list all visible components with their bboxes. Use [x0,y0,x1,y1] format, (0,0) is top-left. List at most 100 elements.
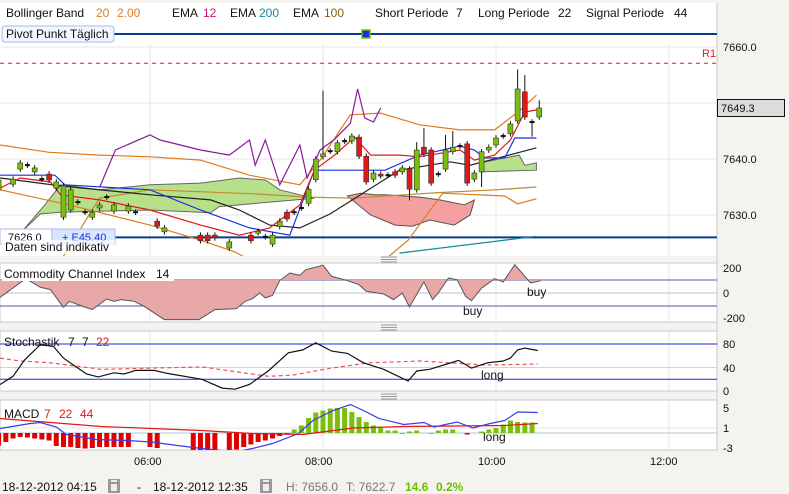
cci-tick-0: 0 [723,288,729,300]
candle-body [493,137,499,146]
macd-histogram-bar [53,433,59,446]
candle-body [392,171,398,176]
candle-body [17,162,24,170]
candle-doji [39,178,45,181]
candle-body [204,234,211,242]
candle-doji [24,164,30,167]
macd-histogram-bar [414,430,420,433]
macd-histogram-bar [407,431,413,433]
trading-chart[interactable]: Bollinger Band 20 2.00 EMA 12 EMA 200 EM… [0,0,789,494]
macd-histogram-bar [378,427,384,433]
r1-label: R1 [702,48,716,60]
footer-bar: 18-12-2012 04:15 - 18-12-2012 12:35 H: 7… [2,479,464,494]
candle-body [312,158,319,181]
macd-histogram-bar [450,429,456,433]
short-periode-label: Short Periode [375,6,449,20]
candle-body [197,234,204,242]
candle-body [154,220,161,227]
candle-body [485,146,492,151]
stoch-p3: 22 [96,335,110,349]
long-periode-label: Long Periode [478,6,550,20]
macd-histogram-bar [443,429,449,433]
candle-doji [133,211,139,214]
candle-body [125,205,132,212]
candle-doji [104,196,110,199]
candle-body [449,146,456,153]
macd-histogram-bar [255,433,261,442]
bollinger-period: 20 [96,6,110,20]
candle-body [536,107,543,118]
ema3-value: 100 [324,6,344,20]
candle-body [399,167,406,173]
macd-histogram-bar [39,433,45,440]
pivot-label: Pivot Punkt Täglich [6,27,109,41]
calendar-icon[interactable] [108,479,120,493]
stoch-tick-40: 40 [723,363,735,375]
candle-body [349,135,355,142]
candle-doji [327,150,333,153]
panel-resize-handle[interactable] [381,393,397,400]
signal-periode-value: 44 [674,6,688,20]
bollinger-label: Bollinger Band [6,6,84,20]
macd-p1: 7 [44,407,51,421]
date-separator: - [137,480,141,494]
macd-histogram-bar [0,433,2,446]
macd-histogram-bar [82,433,88,449]
candle-body [161,227,168,233]
candle-doji [75,201,81,204]
macd-histogram-bar [17,433,23,437]
macd-histogram-bar [313,412,319,433]
pivot-drag-handle[interactable] [361,29,371,39]
macd-histogram-bar [60,433,66,447]
low-value: T: 7622.7 [346,480,396,494]
panel-resize-handle[interactable] [381,324,397,331]
macd-tick-1: 1 [723,423,729,435]
date-from[interactable]: 18-12-2012 04:15 [2,480,97,494]
candle-body [406,168,413,190]
candle-doji [435,173,441,176]
ema1-label: EMA [172,6,198,20]
long-periode-value: 22 [558,6,572,20]
macd-histogram-bar [385,430,391,433]
time-tick: 08:00 [305,456,333,468]
candle-body [284,211,290,220]
stoch-signal-long: long [481,368,504,382]
cci-tick-200: 200 [723,263,741,275]
time-tick: 12:00 [650,456,678,468]
macd-histogram-bar [349,412,355,433]
y-tick-7640: 7640.0 [723,154,757,166]
candle-body [320,153,326,158]
macd-histogram-bar [46,433,52,441]
candle-body [96,204,103,209]
bollinger-dev: 2.00 [117,6,141,20]
panel-resize-handle[interactable] [381,256,397,263]
candle-body [276,220,283,228]
candle-doji [82,211,88,214]
candle-doji [291,211,297,214]
candle-body [471,172,478,180]
candle-body [421,146,427,155]
disclaimer-text: Daten sind indikativ [5,240,109,254]
macd-histogram-bar [507,420,513,433]
time-tick: 10:00 [478,456,506,468]
date-to[interactable]: 18-12-2012 12:35 [153,480,248,494]
support-info: 7626.0 + E45.40 Daten sind indikativ [0,228,116,254]
stoch-p1: 7 [68,335,75,349]
candle-body [334,142,341,153]
macd-histogram-bar [248,433,254,445]
y-tick-7660: 7660.0 [723,42,757,54]
macd-histogram-bar [154,433,160,448]
macd-histogram-bar [320,410,326,433]
calendar-icon[interactable] [260,479,272,493]
macd-histogram-bar [32,433,38,439]
macd-histogram-bar [241,433,247,447]
macd-histogram-bar [10,433,16,439]
macd-histogram-bar [75,433,81,448]
candle-body [53,181,60,189]
macd-p2: 22 [59,407,73,421]
candle-doji [529,121,535,124]
candle-body [478,151,485,173]
candle-body [255,230,261,234]
macd-tick-neg3: -3 [723,443,733,455]
macd-histogram-bar [89,433,95,448]
